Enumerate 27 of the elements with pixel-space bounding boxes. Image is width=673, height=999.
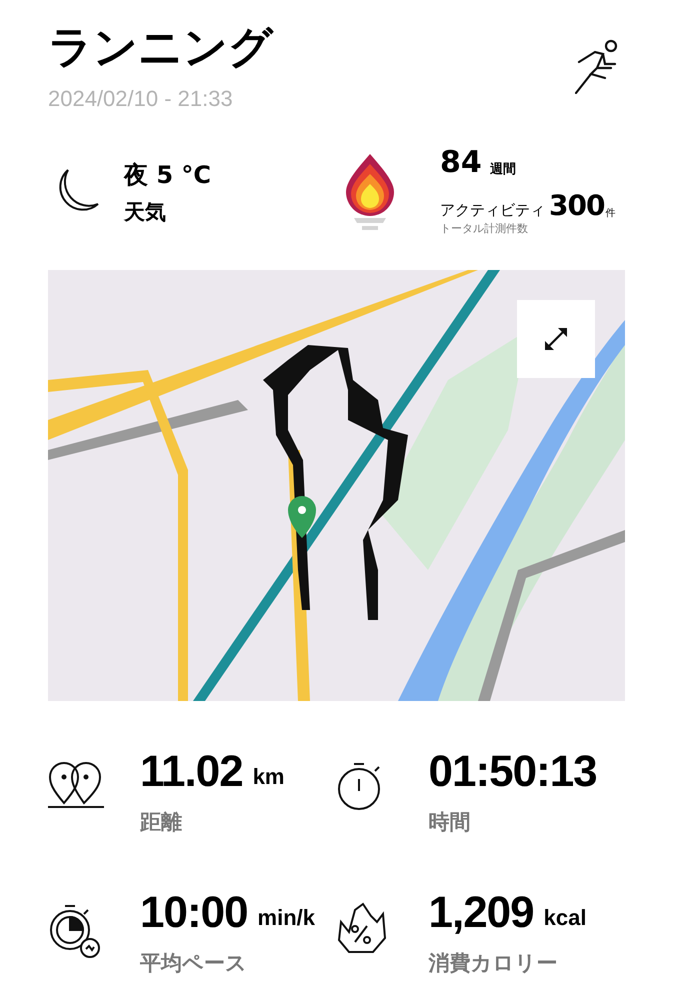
flame-percent-icon: [336, 902, 386, 956]
flame-icon: [344, 152, 396, 232]
stopwatch-icon: [336, 760, 382, 810]
count-unit: 件: [605, 207, 616, 221]
stopwatch-icon: [48, 902, 100, 958]
weeks-count: 84: [440, 147, 482, 179]
stat-unit: km: [252, 762, 284, 790]
pins-icon: [48, 760, 104, 808]
activity-date: 2024/02/10 - 21:33: [48, 85, 234, 113]
stat-label: 平均ペース: [140, 950, 248, 977]
stat-unit: min/k: [258, 904, 316, 932]
weeks-unit: 週間: [490, 160, 516, 178]
stat-unit: kcal: [544, 904, 586, 932]
activity-caption: トータル計測件数: [440, 221, 529, 237]
stat-label: 消費カロリー: [428, 950, 558, 977]
weather-label: 天気: [124, 198, 167, 226]
expand-button[interactable]: [517, 300, 595, 378]
stat-value: 11.02: [140, 746, 243, 796]
activity-count: 300: [549, 191, 604, 221]
stat-label: 距離: [140, 808, 183, 836]
activity-label: アクティビティ: [440, 200, 545, 220]
weather-condition: 夜 5 °C: [124, 160, 212, 190]
stat-value: 01:50:13: [428, 746, 597, 796]
stat-value: 1,209: [428, 888, 534, 938]
stat-label: 時間: [428, 808, 472, 836]
page-title: ランニング: [48, 22, 273, 74]
stat-value: 10:00: [140, 888, 248, 938]
